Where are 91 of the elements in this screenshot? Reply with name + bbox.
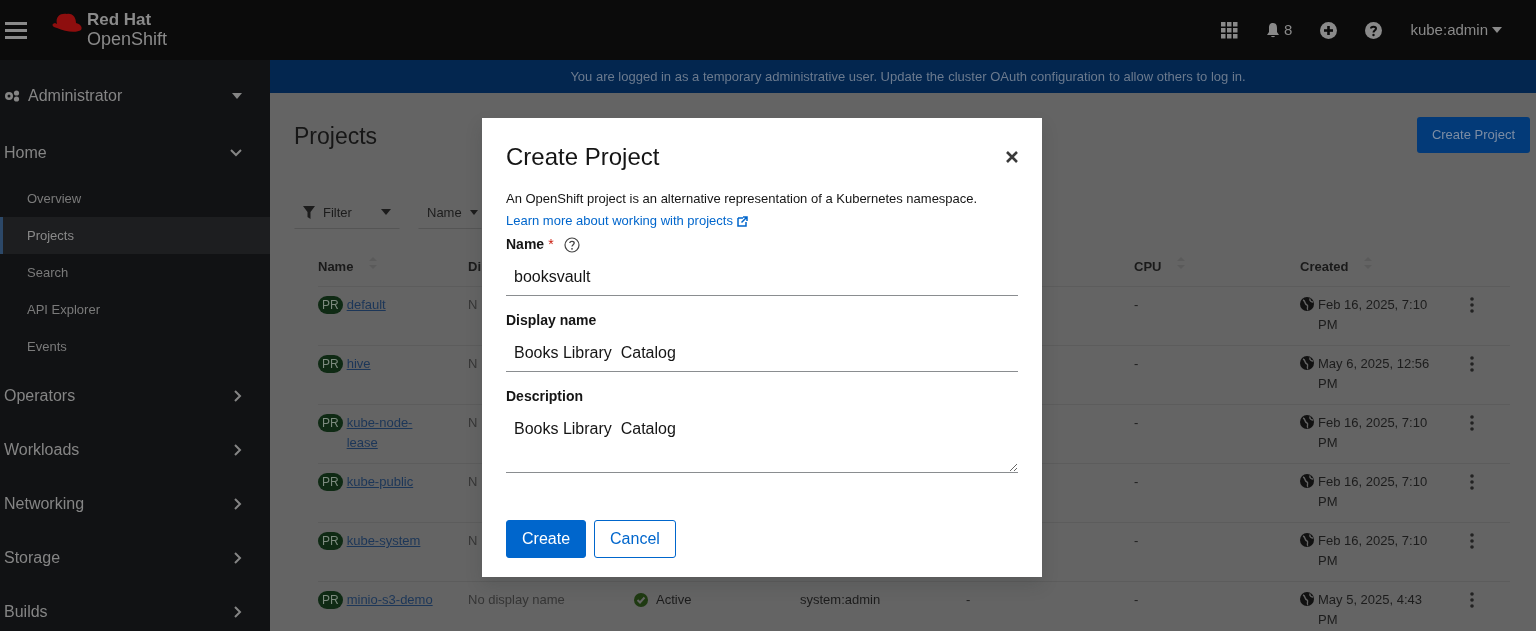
- banner-link[interactable]: cluster OAuth configuration: [948, 66, 1106, 87]
- column-header[interactable]: Di: [468, 257, 481, 286]
- perspective-switcher[interactable]: Administrator: [0, 66, 270, 126]
- create-button[interactable]: Create: [506, 520, 587, 559]
- kebab-icon[interactable]: [1470, 533, 1474, 549]
- globe-icon: [1300, 592, 1314, 606]
- nav-section[interactable]: Builds: [0, 585, 270, 631]
- help-icon[interactable]: [1365, 21, 1383, 39]
- table-cell-text: Active: [656, 591, 692, 609]
- field-label: Name: [506, 235, 545, 255]
- kebab-icon[interactable]: [1470, 297, 1474, 313]
- table-cell-text: Feb 16, 2025, 7:10 PM: [1318, 532, 1429, 570]
- gears-icon: [4, 90, 20, 102]
- modal-description: An OpenShift project is an alternative representation of a Kubernetes namespace.: [506, 189, 979, 208]
- resource-badge: PR: [318, 414, 343, 432]
- filter-dropdown[interactable]: Filter: [294, 195, 400, 229]
- resource-badge: PR: [318, 532, 343, 550]
- nav-section-label: Workloads: [4, 440, 80, 460]
- table-cell: -: [1134, 474, 1139, 489]
- caret-icon: [232, 93, 242, 99]
- kebab-icon[interactable]: [1470, 474, 1474, 490]
- app-grid-icon[interactable]: [1221, 21, 1239, 39]
- table-cell: -: [1134, 533, 1139, 548]
- globe-icon: [1300, 415, 1314, 429]
- resource-badge: PR: [318, 473, 343, 491]
- field-label: Display name: [506, 311, 597, 331]
- create-project-button[interactable]: Create Project: [1416, 117, 1530, 153]
- nav-item[interactable]: Overview: [0, 180, 270, 217]
- nav-item[interactable]: Projects: [0, 217, 270, 254]
- nav-section-label: Home: [4, 143, 47, 163]
- hat-icon: [51, 12, 83, 34]
- table-cell-text: Feb 16, 2025, 7:10 PM: [1318, 296, 1429, 334]
- table-cell: -: [1134, 592, 1139, 607]
- globe-icon: [1300, 533, 1314, 547]
- nav-item[interactable]: Search: [0, 254, 270, 291]
- table-cell-text: May 5, 2025, 4:43 PM: [1318, 591, 1424, 629]
- logo-text: Red Hat: [87, 11, 153, 29]
- column-header[interactable]: Name: [318, 257, 378, 286]
- caret-icon: [1492, 27, 1502, 33]
- filter-icon: [303, 205, 315, 219]
- globe-icon: [1300, 356, 1314, 370]
- nav-section[interactable]: Networking: [0, 477, 270, 531]
- banner-text: to allow others to log in.: [1109, 67, 1246, 86]
- cancel-button[interactable]: Cancel: [594, 520, 676, 559]
- kebab-icon[interactable]: [1470, 356, 1474, 372]
- nav-section[interactable]: Home: [0, 126, 270, 180]
- table-cell: -: [966, 592, 971, 607]
- nav-section[interactable]: Storage: [0, 531, 270, 585]
- help-icon[interactable]: [563, 236, 580, 253]
- page-title: Projects: [294, 123, 378, 151]
- banner-text: You are logged in as a temporary administrative user. Update the: [570, 67, 945, 86]
- table-cell: -: [1134, 356, 1139, 371]
- modal-title: Create Project: [506, 143, 660, 172]
- table-cell: -: [1134, 297, 1139, 312]
- table-cell-text: Feb 16, 2025, 7:10 PM: [1318, 473, 1429, 511]
- caret-icon: [469, 209, 478, 215]
- kebab-icon[interactable]: [1470, 415, 1474, 431]
- nav-item[interactable]: API Explorer: [0, 291, 270, 328]
- globe-icon: [1300, 297, 1314, 311]
- kebab-icon[interactable]: [1470, 592, 1474, 608]
- field-label: Description: [506, 387, 583, 407]
- menu-icon[interactable]: [5, 21, 27, 39]
- nav-section[interactable]: Operators: [0, 369, 270, 423]
- table-cell: -: [1134, 415, 1139, 430]
- column-header[interactable]: CPU: [1134, 257, 1186, 286]
- resource-badge: PR: [318, 296, 343, 314]
- external-link-icon: [736, 215, 748, 227]
- table-cell: system:admin: [800, 592, 881, 607]
- nav-section-label: Storage: [4, 548, 61, 568]
- logo-text: OpenShift: [87, 29, 168, 49]
- nav-section[interactable]: Workloads: [0, 423, 270, 477]
- globe-icon: [1300, 474, 1314, 488]
- required-mark: *: [548, 235, 554, 255]
- nav-section-label: Networking: [4, 494, 85, 514]
- resource-badge: PR: [318, 355, 343, 373]
- notifications-button[interactable]: 8: [1266, 18, 1293, 42]
- caret-icon: [381, 209, 391, 216]
- bell-icon: [1266, 22, 1281, 38]
- nav-item[interactable]: Events: [0, 328, 270, 365]
- column-header[interactable]: Created: [1300, 257, 1373, 286]
- check-circle-icon: [634, 592, 648, 607]
- close-icon[interactable]: [1006, 151, 1018, 164]
- table-cell-text: Feb 16, 2025, 7:10 PM: [1318, 414, 1429, 452]
- perspective-label: Administrator: [28, 86, 123, 106]
- plus-circle-icon[interactable]: [1320, 21, 1338, 39]
- nav-section-label: Builds: [4, 602, 48, 622]
- user-menu[interactable]: kube:admin: [1410, 18, 1502, 42]
- learn-more-link[interactable]: Learn more about working with projects: [506, 211, 748, 231]
- resource-badge: PR: [318, 591, 343, 609]
- table-cell-text: May 6, 2025, 12:56 PM: [1318, 355, 1431, 393]
- nav-section-label: Operators: [4, 386, 76, 406]
